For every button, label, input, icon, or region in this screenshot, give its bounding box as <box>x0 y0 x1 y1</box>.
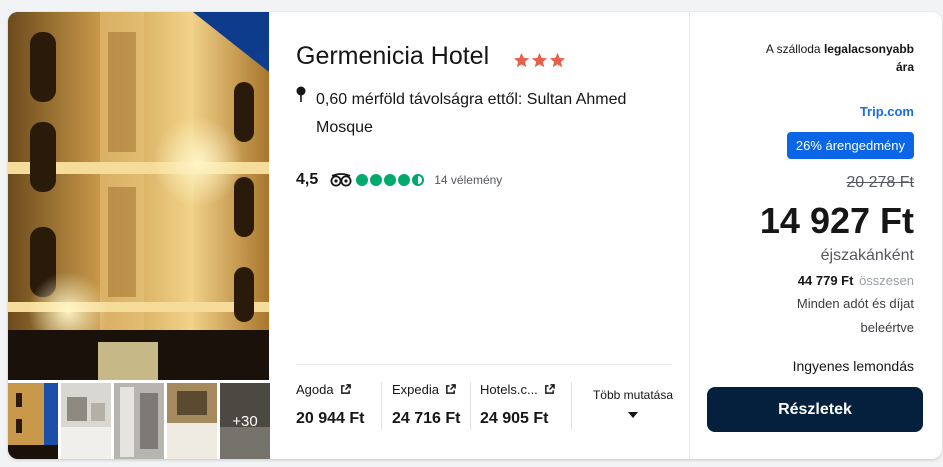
total-label: összesen <box>859 273 914 288</box>
provider-agoda[interactable]: Agoda 20 944 Ft <box>296 382 376 434</box>
discount-badge: 26% árengedmény <box>786 132 914 159</box>
star-rating <box>513 52 566 69</box>
star-icon <box>531 52 548 68</box>
external-link-icon <box>340 384 351 394</box>
photo-gallery: +30 <box>8 12 270 459</box>
provider-name: Hotels.c... <box>480 382 538 397</box>
main-hotel-photo[interactable] <box>8 12 269 380</box>
details-button[interactable]: Részletek <box>707 387 923 432</box>
external-link-icon <box>446 384 456 394</box>
partner-name: Trip.com <box>859 104 914 119</box>
map-pin-icon <box>296 86 306 102</box>
taxes-note: Minden adót és díjat beleértve <box>796 296 914 335</box>
hotel-info: Germenicia Hotel 0,60 mérföld távolságra… <box>269 12 690 459</box>
provider-price: 24 716 Ft <box>392 410 461 427</box>
more-photos-count: +30 <box>220 383 270 459</box>
caret-down-icon <box>628 412 638 418</box>
provider-name: Agoda <box>296 382 334 397</box>
review-count[interactable]: 14 vélemény <box>434 173 502 187</box>
thumbnail-3[interactable] <box>114 383 164 459</box>
tripadvisor-owl-icon <box>330 173 352 187</box>
rating-bubble-icon <box>356 174 369 186</box>
rating-bubble-half-icon <box>412 174 425 186</box>
show-more-button[interactable]: Több mutatása <box>583 388 683 418</box>
rating-bubble-icon <box>384 174 397 186</box>
lowest-price-label: A szálloda legalacsonyabb ára <box>714 40 914 76</box>
thumbnail-1[interactable] <box>8 383 58 459</box>
review-rating: 4,5 14 vélemény <box>296 170 502 190</box>
provider-price: 24 905 Ft <box>480 410 549 427</box>
provider-price: 20 944 Ft <box>296 410 365 427</box>
current-price: 14 927 Ft <box>759 200 914 241</box>
rating-value: 4,5 <box>296 171 319 188</box>
total-price: 44 779 Ft összesen <box>798 273 914 288</box>
rating-bubble-icon <box>370 174 383 186</box>
thumbnail-more[interactable]: +30 <box>220 383 270 459</box>
lowest-label-prefix: A szálloda <box>765 42 821 56</box>
lowest-label-bold: legalacsonyabb <box>823 42 914 56</box>
divider <box>296 364 672 365</box>
rating-bubbles <box>356 174 425 186</box>
divider <box>470 382 471 430</box>
divider <box>571 382 572 430</box>
star-icon <box>549 52 566 68</box>
free-cancellation: Ingyenes lemondás <box>792 358 914 374</box>
external-link-icon <box>544 384 555 394</box>
photo-thumbnails: +30 <box>8 383 270 459</box>
provider-name: Expedia <box>392 382 439 397</box>
lowest-label-suffix: ára <box>895 60 914 74</box>
provider-expedia[interactable]: Expedia 24 716 Ft <box>392 382 472 434</box>
provider-hotels-com[interactable]: Hotels.c... 24 905 Ft <box>480 382 566 434</box>
divider <box>381 382 382 430</box>
star-icon <box>513 52 530 68</box>
hotel-name[interactable]: Germenicia Hotel <box>296 42 489 71</box>
show-more-label: Több mutatása <box>592 388 674 402</box>
thumbnail-4[interactable] <box>167 383 217 459</box>
original-price: 20 278 Ft <box>846 174 914 191</box>
price-panel: A szálloda legalacsonyabb ára Trip.com 2… <box>690 12 942 459</box>
hotel-card: +30 Germenicia Hotel 0,60 mérföld távols… <box>8 12 942 459</box>
distance-text: 0,60 mérföld távolságra ettől: Sultan Ah… <box>316 91 627 136</box>
thumbnail-2[interactable] <box>61 383 111 459</box>
total-value: 44 779 Ft <box>797 273 854 288</box>
per-night-label: éjszakánként <box>820 247 914 264</box>
rating-bubble-icon <box>398 174 411 186</box>
